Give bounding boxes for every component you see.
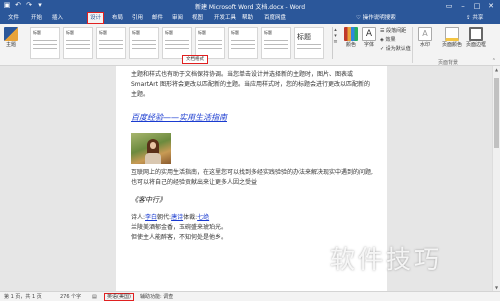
title-bar: ▣ ↶ ↷ ▾ 新建 Microsoft Word 文档.docx - Word…	[0, 0, 500, 12]
language-indicator[interactable]: 英语(美国)	[104, 293, 134, 301]
close-icon[interactable]: ✕	[484, 0, 498, 12]
poem-genre-link[interactable]: 七绝	[197, 214, 209, 221]
accessibility-status[interactable]: 辅助功能: 调查	[140, 293, 173, 301]
page-count[interactable]: 第 1 页，共 1 页	[4, 293, 42, 301]
tab-review[interactable]: 审阅	[170, 13, 185, 23]
heading-baidu-jingyan[interactable]: 百度经验——实用生活指南	[131, 112, 227, 123]
paragraph-spacing-button[interactable]: ☰ 段落间距	[380, 27, 406, 35]
style-thumb[interactable]: 标题	[63, 27, 93, 59]
tab-view[interactable]: 视图	[190, 13, 205, 23]
scrollbar-thumb[interactable]	[494, 78, 499, 148]
effects-button[interactable]: ◈ 效果	[380, 36, 395, 44]
window-title: 新建 Microsoft Word 文档.docx - Word	[194, 4, 306, 11]
paragraph-1[interactable]: 主题和样式也有助于文档保持协调。当您单击设计并选择新的主题时，图片、图表或 Sm…	[131, 70, 375, 100]
watermark-button[interactable]: A 水印	[418, 27, 432, 48]
paragraph-2[interactable]: 互联网上的实用生活指南，在这里您可以找到多经实践验验的办法来解决现实中遇到的问题…	[131, 168, 375, 188]
group-label-page-background: 页面背景	[438, 60, 459, 66]
fonts-button[interactable]: A 字体	[362, 27, 376, 48]
tab-home[interactable]: 开始	[29, 13, 44, 23]
tab-mailings[interactable]: 邮件	[150, 13, 165, 23]
style-thumb[interactable]: 标题	[294, 27, 324, 59]
tab-references[interactable]: 引用	[130, 13, 145, 23]
colors-button[interactable]: 颜色	[344, 27, 358, 48]
tab-file[interactable]: 文件	[6, 13, 21, 23]
watermark-icon: A	[418, 27, 432, 41]
style-thumb[interactable]: 标题	[228, 27, 258, 59]
lightbulb-icon: ♡	[356, 15, 361, 21]
fonts-icon: A	[362, 27, 376, 41]
page-color-icon	[445, 27, 459, 41]
ribbon-tab-bar: 文件 开始 插入 设计 设计 布局 引用 邮件 审阅 视图 开发工具 帮助 百度…	[0, 12, 500, 24]
tab-layout[interactable]: 布局	[110, 13, 125, 23]
tab-design[interactable]: 设计	[86, 12, 105, 24]
tab-insert[interactable]: 插入	[50, 13, 65, 23]
group-separator	[412, 27, 413, 63]
style-thumb[interactable]: 标题	[261, 27, 291, 59]
vertical-scrollbar[interactable]: ▲ ▼	[492, 66, 500, 291]
doc-format-tooltip: 文档格式	[182, 55, 208, 64]
poem-meta[interactable]: 诗人:李白朝代:唐诗体裁:七绝	[131, 213, 375, 223]
poem-title[interactable]: 《客中行》	[131, 195, 166, 205]
colors-icon	[344, 27, 358, 41]
style-thumb[interactable]: 标题	[96, 27, 126, 59]
watermark-overlay: 软件技巧	[330, 245, 443, 274]
poem-line-2[interactable]: 兰陵美酒郁金香，玉碗盛来琥珀光。	[131, 223, 375, 233]
page-borders-icon	[469, 27, 483, 41]
minimize-icon[interactable]: –	[456, 0, 470, 12]
tab-developer[interactable]: 开发工具	[212, 13, 238, 23]
style-thumb[interactable]: 标题	[30, 27, 60, 59]
poem-author-link[interactable]: 李白	[145, 214, 157, 221]
ribbon-display-icon[interactable]: ▭	[442, 0, 456, 12]
window-controls: ▭ – □ ✕	[442, 0, 498, 12]
set-default-button[interactable]: ✓ 设为默认值	[380, 45, 411, 53]
scroll-up-icon[interactable]: ▲	[493, 67, 500, 72]
gallery-scroll[interactable]: ▴ ▾ ≡	[332, 27, 338, 59]
themes-button[interactable]: 主题	[4, 27, 18, 48]
more-icon[interactable]: ≡	[333, 39, 338, 45]
tab-help[interactable]: 帮助	[240, 13, 255, 23]
share-icon: ⇪	[466, 15, 471, 21]
tell-me-search[interactable]: ♡ 操作说明搜索	[356, 13, 396, 23]
tab-baidu-netdisk[interactable]: 百度网盘	[262, 13, 288, 23]
status-bar: 第 1 页，共 1 页 276 个字 ▤ 英语(美国) 辅助功能: 调查	[0, 291, 500, 301]
page-borders-button[interactable]: 页面边框	[466, 27, 486, 48]
poem-dynasty-link[interactable]: 唐诗	[171, 214, 183, 221]
photo-image[interactable]	[131, 133, 171, 164]
style-thumb[interactable]: 标题	[129, 27, 159, 59]
maximize-icon[interactable]: □	[470, 0, 484, 12]
scroll-down-icon[interactable]: ▼	[493, 285, 500, 290]
share-button[interactable]: ⇪ 共享	[466, 13, 483, 23]
collapse-ribbon-icon[interactable]: ⌃	[492, 58, 496, 64]
themes-icon	[4, 27, 18, 41]
style-set-gallery: 标题 标题 标题 标题 标题 标题 标题 标题 标题	[30, 27, 330, 61]
word-count[interactable]: 276 个字	[60, 293, 81, 301]
page-color-button[interactable]: 页面颜色	[442, 27, 462, 48]
ribbon-design: 主题 标题 标题 标题 标题 标题 标题 标题 标题 标题 ▴ ▾ ≡ 颜色 A…	[0, 24, 500, 66]
proofing-icon[interactable]: ▤	[92, 293, 97, 301]
